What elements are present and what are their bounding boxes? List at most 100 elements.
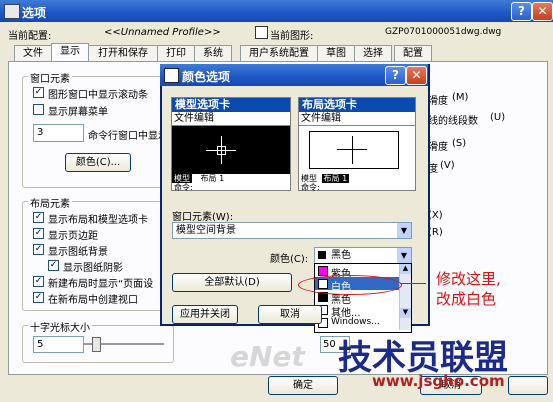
drawing-icon (255, 26, 268, 39)
layout-mini-tab: 布局 1 (200, 174, 225, 183)
right-letter-3: (S) (452, 138, 467, 149)
options-title-bar: 选项 ? ✕ (0, 0, 553, 22)
viewport-checkbox[interactable]: ✓ (33, 292, 44, 303)
chevron-down-icon[interactable]: ▼ (397, 223, 411, 238)
current-drawing-value: GZP0701000051dwg.dwg (385, 27, 502, 37)
layout-command-label: 命令: (301, 183, 320, 192)
tab-display[interactable]: 显示 (51, 43, 89, 63)
windows-option-label: Windows... (331, 317, 380, 327)
layout-tab-header: 布局选项卡 (299, 98, 415, 112)
color-label: 颜色(C): (270, 254, 309, 265)
tab-files[interactable]: 文件 (14, 45, 52, 62)
layout-elements-title: 布局元素 (28, 195, 72, 210)
page-setup-checkbox[interactable]: ✓ (33, 276, 44, 287)
apply-close-button[interactable]: 应用并关闭 (172, 305, 238, 324)
margins-checkbox[interactable]: ✓ (33, 228, 44, 239)
tab-user-prefs[interactable]: 用户系统配置 (240, 45, 318, 62)
layout-tabs-checkbox[interactable]: ✓ (33, 212, 44, 223)
dialog-help-button[interactable]: ? (385, 66, 406, 85)
dialog-close-button[interactable]: ✕ (406, 66, 427, 85)
right-label-3: 滑度 (428, 142, 448, 153)
layout-mini-tabs: 模型 布局 1 (299, 174, 415, 183)
colors-button[interactable]: 颜色(C)... (65, 153, 131, 172)
right-letter-6: (R) (428, 227, 443, 238)
model-tab-preview[interactable]: 模型选项卡 文件编辑 模型 布局 1 命令: (171, 97, 291, 192)
command-lines-label: 命令行窗口中显示 (88, 131, 168, 142)
color-option-windows[interactable]: Windows... (315, 316, 399, 329)
crosshair-title: 十字光标大小 (28, 319, 92, 334)
page-setup-label: 新建布局时显示“页面设 (48, 279, 154, 290)
layout-preview-layout-tab: 布局 1 (321, 174, 350, 183)
color-select-value: 黑色 (331, 250, 351, 261)
current-config-label: 当前配置: (8, 31, 52, 42)
color-dropdown-list: 紫色 白色 黑色 其他... Windows... ▲ ▼ (314, 263, 412, 333)
current-drawing-label: 当前图形: (270, 31, 314, 42)
crosshair-input[interactable]: 5 (33, 336, 84, 353)
dialog-title-bar: 颜色选项 ? ✕ (160, 64, 428, 86)
right-label-1: 滑度 (428, 96, 448, 107)
pickbox (217, 146, 226, 155)
tab-system[interactable]: 系统 (194, 45, 232, 62)
screen-menu-checkbox[interactable] (33, 104, 44, 115)
black-swatch (318, 251, 326, 259)
ok-button[interactable]: 确定 (268, 376, 338, 395)
annotation-line-2: 改成白色 (436, 290, 497, 308)
right-letter-4: (V) (440, 160, 455, 171)
window-element-select[interactable]: 模型空间背景 ▼ (172, 222, 412, 239)
paper-bg-label: 显示图纸背景 (48, 247, 108, 258)
margins-label: 显示页边距 (48, 231, 98, 242)
window-element-value: 模型空间背景 (176, 225, 236, 236)
annotation-ellipse (298, 275, 402, 295)
tab-plot[interactable]: 打印 (157, 45, 195, 62)
annotation-arrow (400, 283, 426, 284)
scrollbars-checkbox[interactable]: ✓ (33, 87, 44, 98)
color-select[interactable]: 黑色 ▼ (314, 247, 412, 264)
model-text-edit: 文件编辑 (172, 112, 290, 126)
tab-open-save[interactable]: 打开和保存 (88, 45, 158, 62)
color-chevron-down-icon[interactable]: ▼ (397, 248, 411, 263)
paper-space-preview (299, 126, 415, 174)
paper-bg-checkbox[interactable]: ✓ (33, 244, 44, 255)
right-letter-1: (M) (452, 92, 469, 103)
reset-all-button[interactable]: 全部默认(D) (172, 273, 292, 292)
layout-text-edit: 文件编辑 (299, 112, 415, 126)
current-config-value: <<Unnamed Profile>> (104, 27, 221, 38)
dialog-title: 颜色选项 (182, 70, 231, 84)
color-option-other[interactable]: 其他... (315, 303, 399, 319)
layout-crosshair-v (352, 136, 353, 164)
right-label-2: 线的线段数 (428, 116, 478, 127)
dialog-cancel-button[interactable]: 取消 (258, 305, 322, 324)
dropdown-scrollbar[interactable]: ▲ ▼ (399, 264, 411, 330)
tab-drafting[interactable]: 草图 (317, 45, 355, 62)
crosshair-slider-thumb[interactable] (92, 337, 101, 352)
app-icon (4, 4, 20, 19)
layout-tab-preview[interactable]: 布局选项卡 文件编辑 模型 布局 1 命令: (298, 97, 416, 192)
right-letter-2: (U) (490, 112, 506, 123)
window-element-label: 窗口元素(W): (172, 212, 234, 223)
paper-shadow-checkbox[interactable]: ✓ (48, 260, 59, 271)
layout-preview-model-tab: 模型 (301, 174, 317, 183)
model-mini-tabs: 模型 布局 1 (172, 174, 290, 183)
enet-watermark: eNet (230, 340, 305, 373)
close-button[interactable]: ✕ (532, 2, 553, 21)
scroll-up-icon[interactable]: ▲ (400, 264, 411, 274)
layout-tabs-label: 显示布局和模型选项卡 (48, 215, 148, 226)
model-command-label: 命令: (174, 183, 193, 192)
paper-shadow-label: 显示图纸阴影 (63, 263, 123, 274)
help-button[interactable]: ? (511, 2, 532, 21)
window-title: 选项 (22, 6, 47, 20)
model-space-preview (172, 126, 290, 174)
main-help-button[interactable] (508, 376, 548, 395)
right-letter-5: (X) (428, 210, 443, 221)
model-tab-header: 模型选项卡 (172, 98, 290, 112)
screen-menu-label: 显示屏幕菜单 (48, 107, 108, 118)
paper-border (309, 131, 399, 169)
viewport-label: 在新布局中创建视口 (48, 295, 138, 306)
tab-profiles[interactable]: 配置 (394, 45, 432, 62)
window-elements-title: 窗口元素 (28, 70, 72, 85)
tab-selection[interactable]: 选择 (354, 45, 392, 62)
scroll-down-icon[interactable]: ▼ (400, 308, 411, 318)
command-lines-input[interactable]: 3 (33, 124, 84, 142)
scrollbars-label: 图形窗口中显示滚动条 (48, 90, 148, 101)
annotation-line-1: 修改这里, (436, 270, 501, 288)
